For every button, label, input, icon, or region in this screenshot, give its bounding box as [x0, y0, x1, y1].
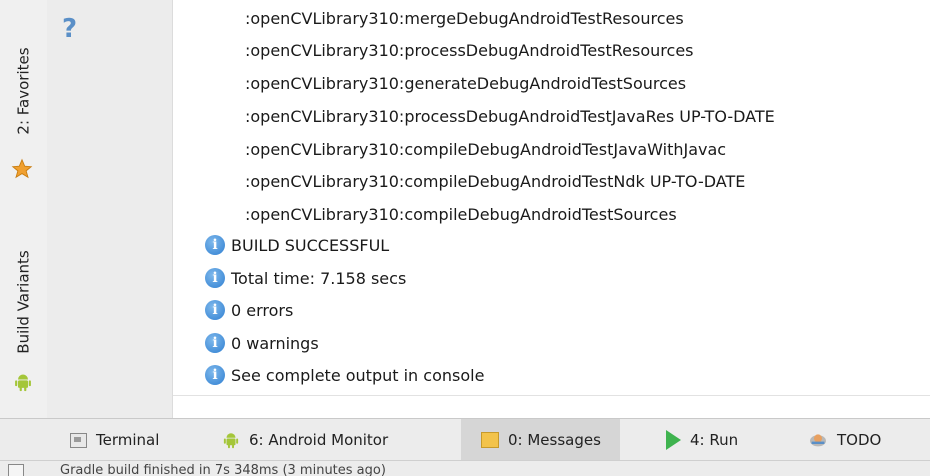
info-line: i See complete output in console	[205, 365, 484, 385]
task-line: :openCVLibrary310:processDebugAndroidTes…	[245, 41, 694, 60]
info-line: i 0 errors	[205, 300, 293, 320]
tab-run-label: 4: Run	[690, 431, 739, 449]
task-line: :openCVLibrary310:compileDebugAndroidTes…	[245, 140, 727, 159]
info-line: i Total time: 7.158 secs	[205, 268, 406, 288]
info-text: Total time: 7.158 secs	[231, 268, 407, 288]
android-icon	[223, 433, 239, 449]
build-variants-tab-label: Build Variants	[14, 250, 33, 354]
info-line: i BUILD SUCCESSFUL	[205, 235, 389, 255]
status-text: Gradle build finished in 7s 348ms (3 min…	[60, 463, 386, 476]
tab-android-monitor[interactable]: 6: Android Monitor	[216, 419, 394, 461]
info-line: i 0 warnings	[205, 333, 319, 353]
task-line: :openCVLibrary310:compileDebugAndroidTes…	[245, 172, 746, 191]
status-bar: Gradle build finished in 7s 348ms (3 min…	[0, 460, 930, 476]
console-link[interactable]: See complete output in console	[231, 366, 484, 385]
tab-todo[interactable]: TODO	[802, 419, 887, 461]
tab-terminal[interactable]: Terminal	[64, 419, 165, 461]
info-icon: i	[205, 235, 225, 255]
toggle-tool-windows-icon[interactable]	[8, 464, 24, 476]
info-icon: i	[205, 333, 225, 353]
build-variants-tab[interactable]: Build Variants	[0, 222, 47, 382]
task-line: :openCVLibrary310:generateDebugAndroidTe…	[245, 74, 687, 93]
star-icon	[11, 158, 33, 179]
tab-run[interactable]: 4: Run	[660, 419, 744, 461]
task-line: :openCVLibrary310:mergeDebugAndroidTestR…	[245, 9, 684, 28]
messages-divider	[173, 395, 930, 396]
left-tool-strip: 2: Favorites Build Variants	[0, 0, 48, 418]
info-icon: i	[205, 300, 225, 320]
favorites-tab-label: 2: Favorites	[14, 47, 33, 135]
tab-terminal-label: Terminal	[96, 431, 160, 449]
info-text: 0 errors	[231, 300, 294, 320]
task-line: :openCVLibrary310:processDebugAndroidTes…	[245, 107, 775, 126]
tool-window-bar: Terminal 6: Android Monitor 0: Messages …	[0, 418, 930, 461]
messages-gutter	[47, 0, 173, 418]
run-icon	[666, 430, 681, 450]
tab-messages-label: 0: Messages	[508, 431, 601, 449]
info-text: 0 warnings	[231, 333, 319, 353]
messages-icon	[481, 432, 499, 448]
tab-todo-label: TODO	[837, 431, 882, 449]
tab-android-monitor-label: 6: Android Monitor	[249, 431, 389, 449]
messages-panel[interactable]: :openCVLibrary310:mergeDebugAndroidTestR…	[173, 0, 930, 418]
info-icon: i	[205, 365, 225, 385]
task-line: :openCVLibrary310:compileDebugAndroidTes…	[245, 205, 677, 224]
terminal-icon	[70, 432, 87, 448]
favorites-tab[interactable]: 2: Favorites	[0, 16, 47, 166]
info-icon: i	[205, 268, 225, 288]
info-text: BUILD SUCCESSFUL	[231, 235, 390, 255]
help-icon[interactable]: ?	[62, 14, 77, 44]
todo-icon	[810, 434, 826, 447]
tab-messages[interactable]: 0: Messages	[461, 419, 620, 461]
android-icon	[15, 374, 31, 392]
